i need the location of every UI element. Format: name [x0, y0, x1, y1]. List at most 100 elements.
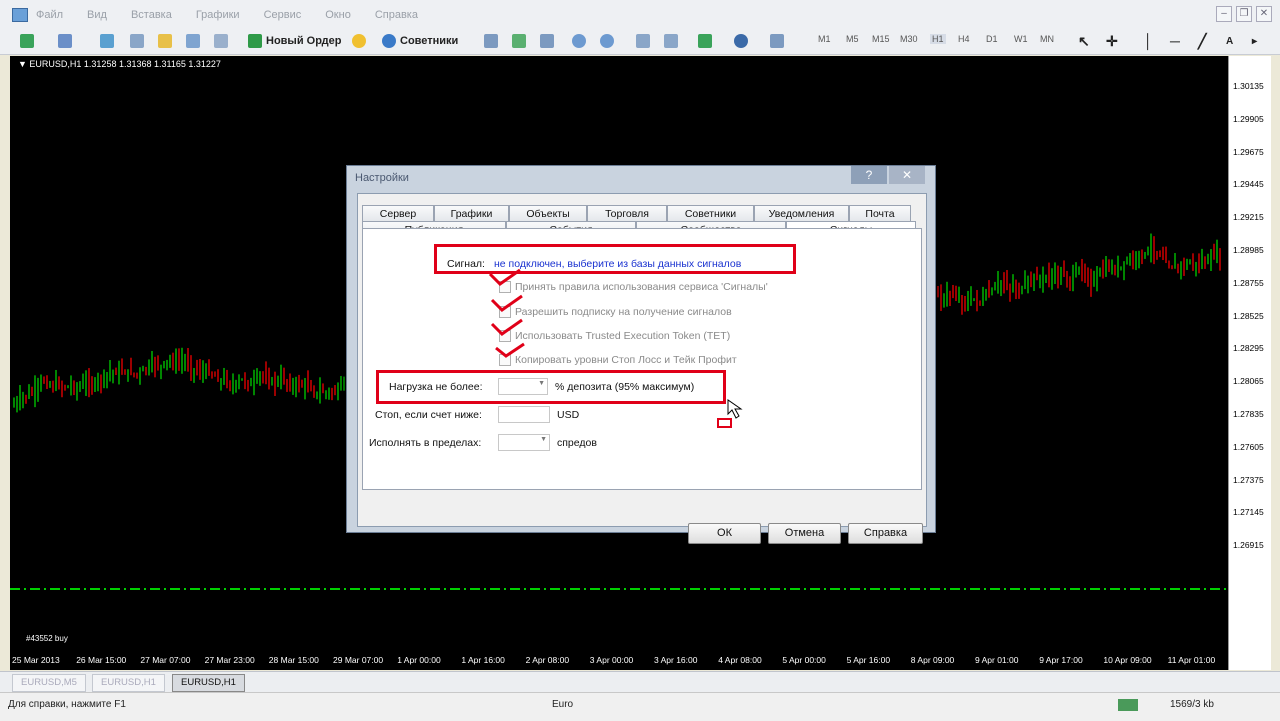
tab-charts[interactable]: Графики: [434, 205, 509, 222]
metaeditor-icon[interactable]: [352, 32, 366, 50]
menu-insert[interactable]: Вставка: [131, 9, 172, 21]
tf-h4[interactable]: H4: [958, 34, 970, 44]
app-icon: [12, 8, 28, 22]
tab-notifications[interactable]: Уведомления: [754, 205, 849, 222]
toolbar: Новый Ордер Советники M1 M5 M15 M30 H1 H…: [0, 28, 1280, 55]
periods-icon[interactable]: [734, 32, 748, 50]
dialog-title: Настройки: [355, 172, 409, 184]
menu-file[interactable]: Файл: [36, 9, 63, 21]
time-tick: 5 Apr 16:00: [846, 655, 891, 665]
accept-rules-label: Принять правила использования сервиса 'С…: [515, 281, 768, 293]
tab-objects[interactable]: Объекты: [509, 205, 587, 222]
ok-button[interactable]: ОК: [688, 523, 761, 544]
time-tick: 11 Apr 01:00: [1167, 655, 1216, 665]
new-order-button[interactable]: Новый Ордер: [248, 32, 341, 50]
chart-tab-eurusd-m5[interactable]: EURUSD,M5: [12, 674, 86, 692]
menu-help[interactable]: Справка: [375, 9, 418, 21]
menu-tools[interactable]: Сервис: [264, 9, 302, 21]
terminal-icon[interactable]: [186, 32, 200, 50]
line-chart-icon[interactable]: [540, 32, 554, 50]
time-tick: 3 Apr 00:00: [589, 655, 634, 665]
price-tick: 1.27375: [1233, 474, 1264, 485]
trendline-icon[interactable]: ╱: [1198, 32, 1206, 50]
time-tick: 5 Apr 00:00: [782, 655, 826, 665]
mouse-cursor-icon: [727, 399, 743, 419]
price-tick: 1.26915: [1233, 540, 1264, 551]
order-line-label: #43552 buy: [26, 634, 68, 643]
price-tick: 1.27605: [1233, 441, 1264, 452]
time-tick: 29 Mar 07:00: [333, 655, 384, 665]
bar-chart-icon[interactable]: [484, 32, 498, 50]
tf-mn[interactable]: MN: [1040, 34, 1054, 44]
tab-experts[interactable]: Советники: [667, 205, 754, 222]
load-highlight-box: [376, 370, 726, 404]
time-tick: 9 Apr 17:00: [1039, 655, 1083, 665]
help-button[interactable]: Справка: [848, 523, 923, 544]
status-help: Для справки, нажмите F1: [8, 699, 126, 710]
tab-trade[interactable]: Торговля: [587, 205, 667, 222]
tf-m15[interactable]: M15: [872, 34, 890, 44]
menu-window[interactable]: Окно: [325, 9, 351, 21]
time-tick: 3 Apr 16:00: [654, 655, 698, 665]
use-tet-label: Использовать Trusted Execution Token (TE…: [515, 330, 731, 342]
stop-input[interactable]: [498, 406, 550, 423]
minimize-icon[interactable]: –: [1216, 6, 1232, 22]
experts-button[interactable]: Советники: [382, 32, 458, 50]
experts-label: Советники: [400, 35, 459, 47]
price-tick: 1.28065: [1233, 376, 1264, 387]
stop-suffix: USD: [557, 409, 580, 421]
templates-icon[interactable]: [770, 32, 784, 50]
tf-m5[interactable]: M5: [846, 34, 859, 44]
candle-chart-icon[interactable]: [512, 32, 526, 50]
price-tick: 1.30135: [1233, 81, 1264, 91]
allow-subscription-label: Разрешить подписку на получение сигналов: [515, 306, 732, 318]
tab-server[interactable]: Сервер: [362, 205, 434, 222]
close-icon[interactable]: ✕: [1256, 6, 1272, 22]
time-tick: 9 Apr 01:00: [975, 655, 1019, 665]
more-tools-icon[interactable]: ▸: [1252, 32, 1257, 50]
time-tick: 27 Mar 07:00: [140, 655, 191, 665]
tab-email[interactable]: Почта: [849, 205, 911, 222]
tf-h1[interactable]: H1: [930, 34, 946, 44]
restore-icon[interactable]: ❐: [1236, 6, 1252, 22]
tf-d1[interactable]: D1: [986, 34, 998, 44]
chart-tab-eurusd-h1[interactable]: EURUSD,H1: [92, 674, 165, 692]
tf-m1[interactable]: M1: [818, 34, 831, 44]
market-watch-icon[interactable]: [100, 32, 114, 50]
exec-label: Исполнять в пределах:: [369, 437, 482, 449]
time-tick: 2 Apr 08:00: [525, 655, 570, 665]
time-tick: 8 Apr 09:00: [910, 655, 955, 665]
cursor-icon[interactable]: ↖: [1078, 32, 1090, 50]
status-traffic: 1569/3 kb: [1170, 699, 1214, 710]
autoscroll-icon[interactable]: [636, 32, 650, 50]
zoom-out-icon[interactable]: [600, 32, 614, 50]
exec-select[interactable]: ▼: [498, 434, 550, 451]
zoom-in-icon[interactable]: [572, 32, 586, 50]
connection-icon: [1118, 699, 1138, 711]
close-icon[interactable]: ✕: [889, 166, 925, 184]
crosshair-icon[interactable]: ✛: [1106, 32, 1118, 50]
price-tick: 1.28985: [1233, 245, 1264, 255]
tester-icon[interactable]: [214, 32, 228, 50]
vertical-line-icon[interactable]: │: [1144, 32, 1153, 50]
help-icon[interactable]: ?: [851, 166, 887, 184]
menu-bar: Файл Вид Вставка Графики Сервис Окно Спр…: [0, 0, 1280, 29]
exec-suffix: спредов: [557, 437, 597, 449]
text-icon[interactable]: A: [1226, 32, 1233, 50]
chart-tab-eurusd-h1-active[interactable]: EURUSD,H1: [172, 674, 245, 692]
indicators-icon[interactable]: [698, 32, 712, 50]
navigator-icon[interactable]: [158, 32, 172, 50]
new-order-label: Новый Ордер: [266, 35, 342, 47]
tf-w1[interactable]: W1: [1014, 34, 1028, 44]
data-window-icon[interactable]: [130, 32, 144, 50]
horizontal-line-icon[interactable]: ─: [1170, 32, 1180, 50]
tf-m30[interactable]: M30: [900, 34, 918, 44]
new-chart-icon[interactable]: [20, 32, 34, 50]
menu-view[interactable]: Вид: [87, 9, 107, 21]
cancel-button[interactable]: Отмена: [768, 523, 841, 544]
chart-shift-icon[interactable]: [664, 32, 678, 50]
menu-charts[interactable]: Графики: [196, 9, 240, 21]
copy-sl-tp-label: Копировать уровни Стоп Лосс и Тейк Профи…: [515, 354, 737, 366]
profiles-icon[interactable]: [58, 32, 72, 50]
price-tick: 1.29445: [1233, 179, 1264, 190]
